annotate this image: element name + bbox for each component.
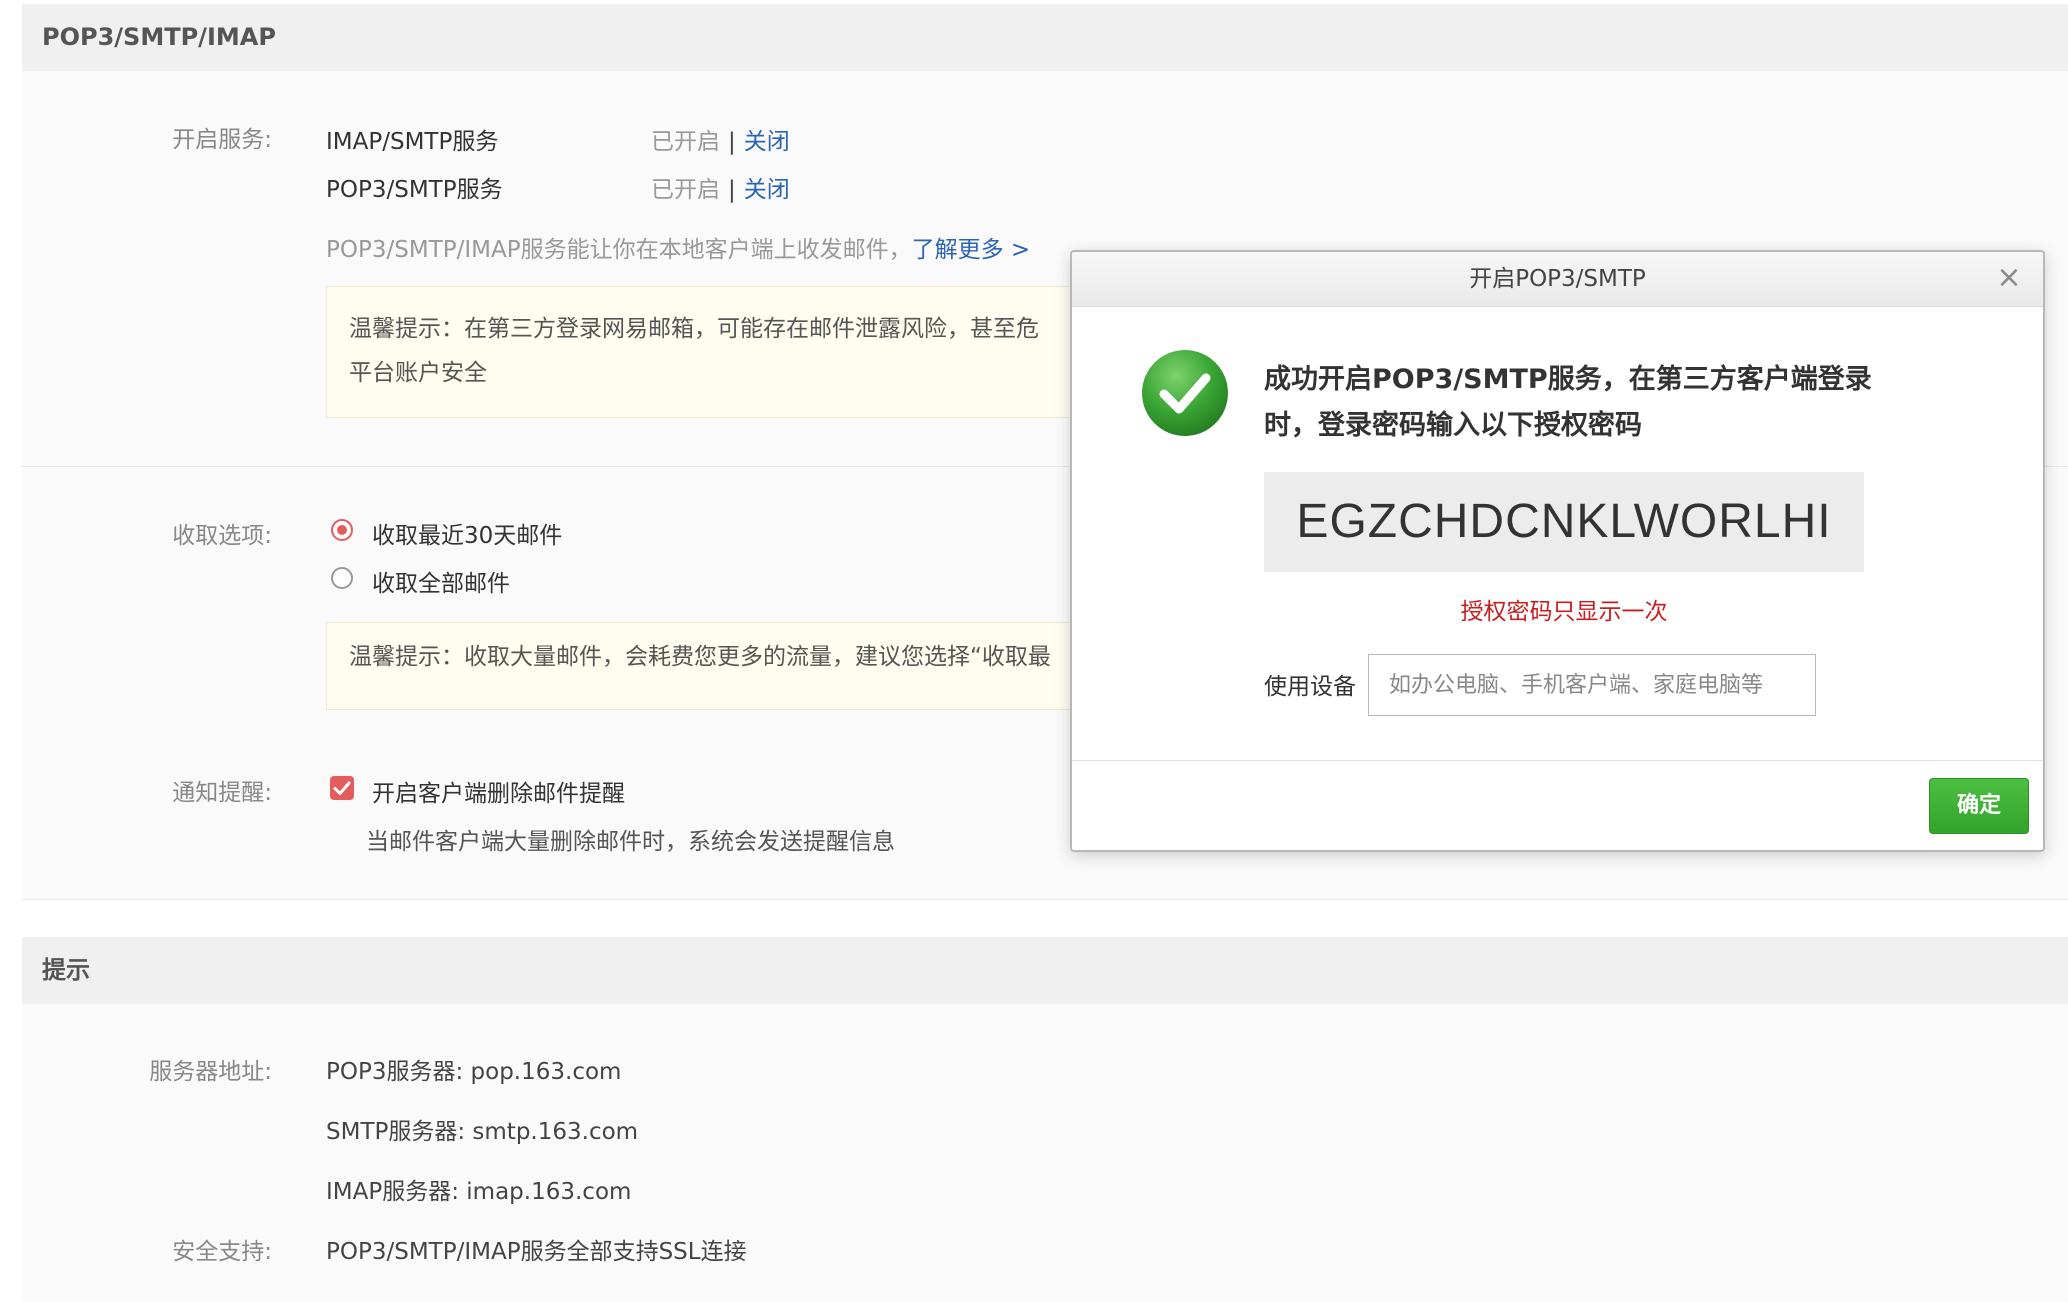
service-description-line: POP3/SMTP/IMAP服务能让你在本地客户端上收发邮件，了解更多 >: [326, 230, 1030, 264]
settings-page: POP3/SMTP/IMAP 开启服务: IMAP/SMTP服务 已开启 | 关闭 …: [0, 0, 2068, 1302]
section-divider: [22, 899, 2068, 900]
pop3-server: POP3服务器: pop.163.com: [326, 1059, 622, 1085]
separator: |: [728, 177, 736, 203]
device-input[interactable]: [1368, 654, 1816, 716]
traffic-tip-text: 温馨提示：收取大量邮件，会耗费您更多的流量，建议您选择“收取最: [349, 644, 1051, 670]
risk-tip-box: 温馨提示：在第三方登录网易邮箱，可能存在邮件泄露风险，甚至危 平台账户安全: [326, 286, 1086, 418]
separator: |: [728, 129, 736, 155]
pop-section-header: POP3/SMTP/IMAP: [22, 4, 2068, 71]
checkmark-icon: [333, 781, 351, 795]
receive-all-label: 收取全部邮件: [372, 571, 510, 597]
enable-pop3-dialog: 开启POP3/SMTP × 成功开启POP3/SMTP服务，在第三方客户端登录时…: [1070, 250, 2045, 852]
notify-label: 通知提醒:: [172, 780, 272, 806]
notify-option-label: 开启客户端删除邮件提醒: [372, 781, 625, 807]
tips-section-header: 提示: [22, 937, 2068, 1004]
pop3-close-link[interactable]: 关闭: [744, 177, 790, 203]
pop3-service-name: POP3/SMTP服务: [326, 177, 503, 203]
success-message: 成功开启POP3/SMTP服务，在第三方客户端登录时，登录密码输入以下授权密码: [1264, 364, 1872, 441]
pop3-service-status-group: 已开启 | 关闭: [651, 170, 790, 204]
imap-service-status-group: 已开启 | 关闭: [651, 122, 790, 156]
imap-close-link[interactable]: 关闭: [744, 129, 790, 155]
auth-code-warning: 授权密码只显示一次: [1460, 599, 1668, 625]
dialog-title: 开启POP3/SMTP: [1072, 252, 2043, 307]
device-label: 使用设备: [1264, 674, 1356, 700]
security-label: 安全支持:: [172, 1239, 272, 1265]
smtp-server: SMTP服务器: smtp.163.com: [326, 1119, 639, 1145]
receive-30-days-radio[interactable]: [331, 519, 353, 541]
security-value: POP3/SMTP/IMAP服务全部支持SSL连接: [326, 1239, 747, 1265]
imap-server: IMAP服务器: imap.163.com: [326, 1179, 632, 1205]
pop3-service-status: 已开启: [651, 177, 720, 203]
risk-tip-line2: 平台账户安全: [349, 360, 487, 386]
risk-tip-line1: 温馨提示：在第三方登录网易邮箱，可能存在邮件泄露风险，甚至危: [349, 316, 1039, 342]
learn-more-link[interactable]: 了解更多 >: [912, 237, 1031, 263]
auth-code: EGZCHDCNKLWORLHI: [1264, 472, 1864, 572]
server-address-label: 服务器地址:: [149, 1059, 272, 1085]
dialog-divider: [1072, 760, 2043, 761]
service-description: POP3/SMTP/IMAP服务能让你在本地客户端上收发邮件，: [326, 237, 912, 263]
notify-checkbox[interactable]: [330, 776, 354, 800]
close-icon[interactable]: ×: [1995, 263, 2023, 293]
receive-30-days-label: 收取最近30天邮件: [372, 523, 563, 549]
check-circle-icon: [1142, 350, 1228, 436]
imap-service-status: 已开启: [651, 129, 720, 155]
service-label: 开启服务:: [172, 127, 272, 153]
receive-all-radio[interactable]: [331, 567, 353, 589]
confirm-button[interactable]: 确定: [1929, 778, 2029, 834]
receive-options-label: 收取选项:: [172, 523, 272, 549]
traffic-tip-box: 温馨提示：收取大量邮件，会耗费您更多的流量，建议您选择“收取最: [326, 622, 1086, 710]
notify-description: 当邮件客户端大量删除邮件时，系统会发送提醒信息: [366, 829, 895, 855]
imap-service-name: IMAP/SMTP服务: [326, 129, 499, 155]
